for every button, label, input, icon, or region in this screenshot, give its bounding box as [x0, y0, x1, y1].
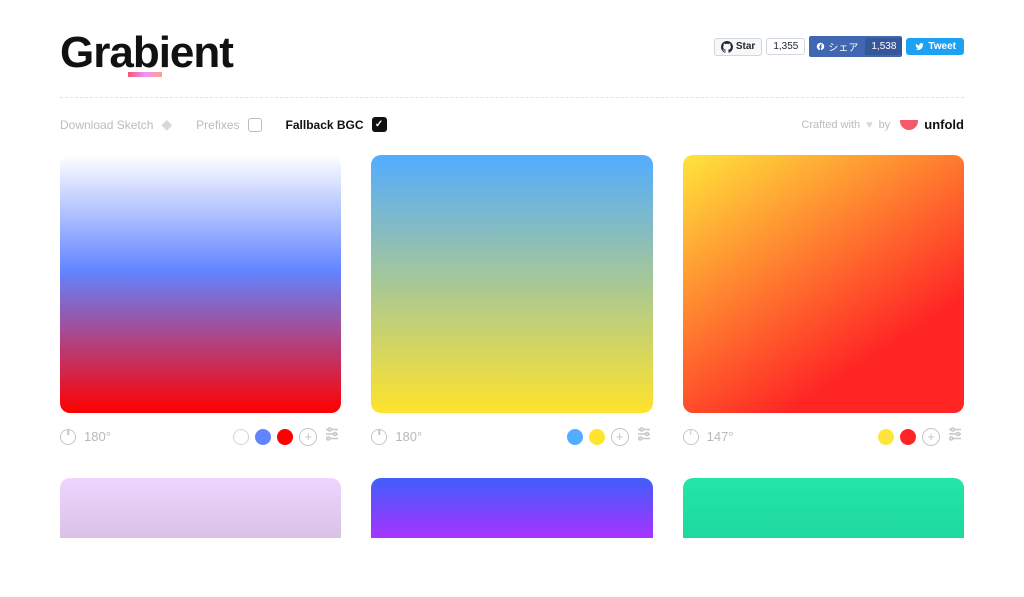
github-star-button[interactable]: Star	[714, 38, 762, 56]
stops-group: +	[233, 425, 341, 448]
download-sketch-button[interactable]: Download Sketch ◆	[60, 116, 172, 133]
angle-value: 180°	[84, 429, 111, 444]
angle-control[interactable]: 147°	[683, 429, 734, 445]
gradient-swatch[interactable]	[60, 155, 341, 413]
color-stop[interactable]	[589, 429, 605, 445]
gradient-swatch[interactable]	[371, 155, 652, 413]
toolbar-left: Download Sketch ◆ Prefixes Fallback BGC …	[60, 116, 387, 133]
gradient-swatch[interactable]	[683, 155, 964, 413]
add-stop-button[interactable]: +	[611, 428, 629, 446]
crafted-prefix: Crafted with	[801, 119, 860, 131]
prefixes-label: Prefixes	[196, 118, 239, 132]
color-stop[interactable]	[277, 429, 293, 445]
crafted-suffix: by	[879, 119, 891, 131]
color-stop[interactable]	[567, 429, 583, 445]
stops-group: +	[878, 425, 964, 448]
logo: Grabient	[60, 28, 233, 77]
gradient-swatch[interactable]	[60, 478, 341, 538]
gradient-card	[371, 478, 652, 538]
angle-value: 147°	[707, 429, 734, 444]
angle-value: 180°	[395, 429, 422, 444]
color-stop[interactable]	[878, 429, 894, 445]
card-footer: 147° +	[683, 425, 964, 448]
angle-control[interactable]: 180°	[371, 429, 422, 445]
fallback-bgc-toggle[interactable]: Fallback BGC ✓	[286, 117, 387, 132]
gradient-card: 180° +	[60, 155, 341, 448]
logo-text: Grabient	[60, 28, 233, 78]
logo-underline	[128, 72, 162, 77]
facebook-icon	[816, 42, 825, 51]
twitter-label: Tweet	[928, 41, 956, 52]
gradient-card: 147° +	[683, 155, 964, 448]
twitter-tweet-button[interactable]: Tweet	[906, 38, 964, 55]
github-icon	[721, 41, 733, 53]
angle-dial-icon	[371, 429, 387, 445]
gradient-grid: 180° +180° +147° +	[60, 155, 964, 538]
crafted-by: Crafted with ♥ by unfold	[801, 117, 964, 132]
color-stop[interactable]	[233, 429, 249, 445]
angle-dial-icon	[683, 429, 699, 445]
fallback-bgc-label: Fallback BGC	[286, 118, 364, 132]
add-stop-button[interactable]: +	[922, 428, 940, 446]
facebook-share-count: 1,538	[865, 38, 902, 55]
unfold-logo-icon	[900, 120, 918, 130]
facebook-share-button[interactable]: シェア 1,538	[809, 36, 902, 57]
checkbox-unchecked-icon	[248, 118, 262, 132]
unfold-link[interactable]: unfold	[924, 117, 964, 132]
add-stop-button[interactable]: +	[299, 428, 317, 446]
stops-group: +	[567, 425, 653, 448]
sliders-icon[interactable]	[635, 425, 653, 448]
card-footer: 180° +	[371, 425, 652, 448]
prefixes-toggle[interactable]: Prefixes	[196, 118, 261, 132]
github-star-label: Star	[736, 41, 755, 52]
gradient-swatch[interactable]	[371, 478, 652, 538]
download-sketch-label: Download Sketch	[60, 118, 153, 132]
divider	[60, 97, 964, 98]
angle-dial-icon	[60, 429, 76, 445]
sketch-diamond-icon: ◆	[161, 116, 172, 133]
checkbox-checked-icon: ✓	[372, 117, 387, 132]
facebook-share-label: シェア	[828, 39, 858, 54]
gradient-card	[683, 478, 964, 538]
gradient-card	[60, 478, 341, 538]
sliders-icon[interactable]	[946, 425, 964, 448]
gradient-swatch[interactable]	[683, 478, 964, 538]
angle-control[interactable]: 180°	[60, 429, 111, 445]
color-stop[interactable]	[900, 429, 916, 445]
social-buttons: Star 1,355 シェア 1,538 Tweet	[714, 36, 964, 57]
heart-icon: ♥	[866, 119, 873, 131]
twitter-icon	[914, 42, 925, 51]
gradient-card: 180° +	[371, 155, 652, 448]
sliders-icon[interactable]	[323, 425, 341, 448]
card-footer: 180° +	[60, 425, 341, 448]
github-star-count[interactable]: 1,355	[766, 38, 805, 55]
color-stop[interactable]	[255, 429, 271, 445]
